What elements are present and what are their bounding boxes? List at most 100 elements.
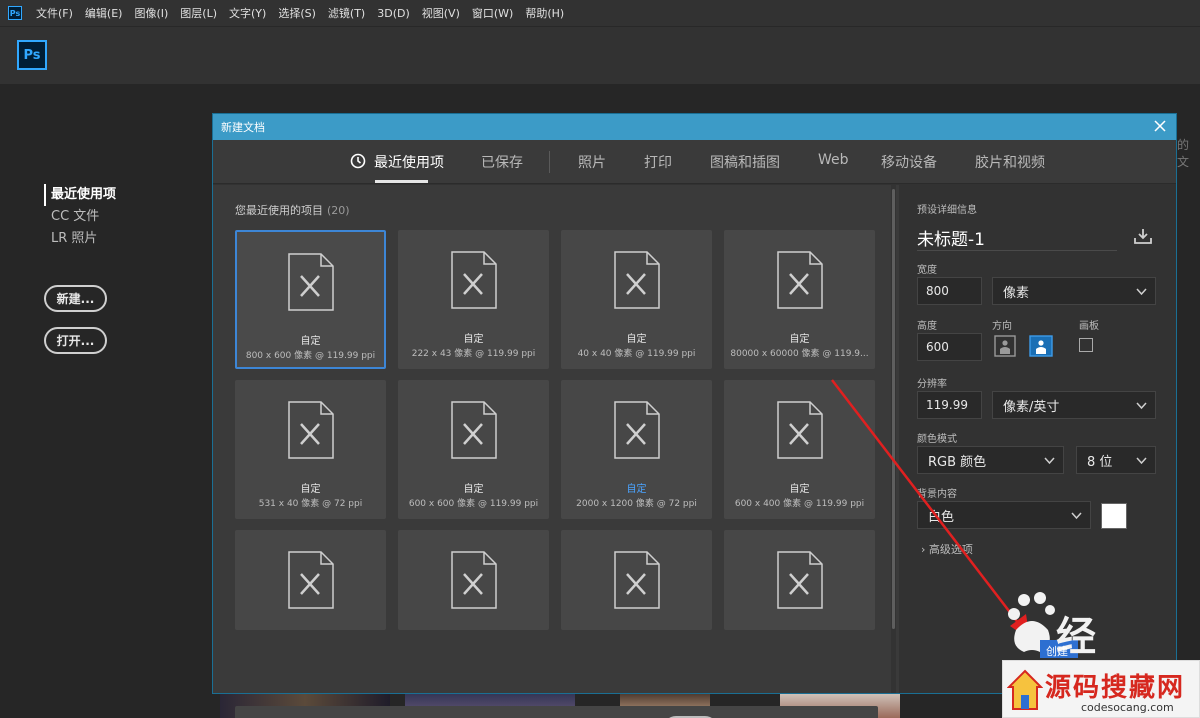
menu-file[interactable]: 文件(F) bbox=[36, 5, 73, 21]
tab-film-video[interactable]: 胶片和视频 bbox=[975, 152, 1045, 172]
photoshop-app-icon: Ps bbox=[8, 6, 22, 20]
chevron-right-icon: › bbox=[921, 543, 926, 556]
resolution-unit-dropdown[interactable]: 像素/英寸 bbox=[992, 391, 1156, 419]
document-icon bbox=[776, 551, 823, 609]
recent-items-count: (20) bbox=[327, 204, 350, 217]
preset-name: 自定 bbox=[463, 484, 484, 495]
preset-card[interactable]: 自定 600 x 400 像素 @ 119.99 ppi bbox=[724, 380, 875, 519]
preset-card[interactable] bbox=[561, 530, 712, 630]
background-contents-dropdown[interactable]: 白色 bbox=[917, 501, 1091, 529]
menu-view[interactable]: 视图(V) bbox=[422, 5, 460, 21]
menu-3d[interactable]: 3D(D) bbox=[377, 7, 410, 20]
advanced-options-label: 高级选项 bbox=[928, 543, 973, 556]
chevron-down-icon bbox=[1071, 512, 1082, 520]
preset-tabs: 最近使用项 已保存 照片 打印 图稿和插图 Web 移动设备 胶片和视频 bbox=[213, 140, 1176, 184]
tab-art-illustration[interactable]: 图稿和插图 bbox=[710, 152, 780, 172]
house-logo-icon bbox=[1007, 669, 1043, 710]
resolution-label: 分辨率 bbox=[917, 379, 947, 390]
tab-saved[interactable]: 已保存 bbox=[481, 152, 523, 172]
height-field[interactable]: 600 bbox=[917, 333, 982, 361]
document-icon bbox=[776, 251, 823, 309]
preset-card[interactable]: 自定 531 x 40 像素 @ 72 ppi bbox=[235, 380, 386, 519]
width-field[interactable]: 800 bbox=[917, 277, 982, 305]
start-nav-lr-photos[interactable]: LR 照片 bbox=[44, 228, 116, 250]
start-nav: 最近使用项 CC 文件 LR 照片 bbox=[44, 184, 116, 250]
preset-size: 600 x 400 像素 @ 119.99 ppi bbox=[734, 499, 865, 509]
preset-card[interactable]: 自定 80000 x 60000 像素 @ 119.9... bbox=[724, 230, 875, 369]
artboard-checkbox[interactable] bbox=[1079, 338, 1093, 352]
tab-recent[interactable]: 最近使用项 bbox=[374, 152, 444, 172]
menu-type[interactable]: 文字(Y) bbox=[229, 5, 266, 21]
preset-card[interactable] bbox=[398, 530, 549, 630]
tab-divider bbox=[549, 151, 550, 173]
tab-mobile[interactable]: 移动设备 bbox=[881, 152, 937, 172]
menu-edit[interactable]: 编辑(E) bbox=[85, 5, 123, 21]
start-nav-recent[interactable]: 最近使用项 bbox=[44, 184, 116, 206]
tab-photo[interactable]: 照片 bbox=[578, 152, 606, 172]
document-icon bbox=[613, 401, 660, 459]
portrait-orientation-icon[interactable] bbox=[994, 335, 1016, 357]
advanced-options-toggle[interactable]: › 高级选项 bbox=[921, 541, 973, 557]
preset-size: 80000 x 60000 像素 @ 119.9... bbox=[730, 349, 869, 359]
document-icon bbox=[450, 551, 497, 609]
resolution-field[interactable]: 119.99 bbox=[917, 391, 982, 419]
preset-card[interactable]: 自定 40 x 40 像素 @ 119.99 ppi bbox=[561, 230, 712, 369]
artboard-label: 画板 bbox=[1079, 321, 1099, 332]
preset-name: 自定 bbox=[300, 484, 321, 495]
menu-layer[interactable]: 图层(L) bbox=[180, 5, 217, 21]
menu-select[interactable]: 选择(S) bbox=[278, 5, 316, 21]
preset-card[interactable]: 自定 800 x 600 像素 @ 119.99 ppi bbox=[235, 230, 386, 369]
preset-name: 自定 bbox=[463, 334, 484, 345]
preset-name: 自定 bbox=[789, 334, 810, 345]
width-unit-dropdown[interactable]: 像素 bbox=[992, 277, 1156, 305]
preset-name: 自定 bbox=[626, 334, 647, 345]
tab-web[interactable]: Web bbox=[818, 152, 849, 168]
preset-name: 自定 bbox=[789, 484, 810, 495]
watermark-site-logo: 源码搜藏网 codesocang.com bbox=[1002, 660, 1200, 718]
tab-print[interactable]: 打印 bbox=[644, 152, 672, 172]
width-unit-value: 像素 bbox=[1003, 285, 1030, 301]
orientation-label: 方向 bbox=[992, 321, 1012, 332]
background-contents-value: 白色 bbox=[928, 509, 955, 525]
document-name[interactable]: 未标题-1 bbox=[917, 225, 985, 250]
landscape-orientation-icon[interactable] bbox=[1029, 335, 1053, 357]
document-icon bbox=[287, 401, 334, 459]
height-label: 高度 bbox=[917, 321, 937, 332]
watermark-badge: 经 创建 bbox=[1000, 590, 1108, 662]
close-icon[interactable] bbox=[1152, 118, 1168, 134]
menu-image[interactable]: 图像(I) bbox=[134, 5, 168, 21]
open-document-button[interactable]: 打开... bbox=[44, 327, 107, 354]
document-icon bbox=[776, 401, 823, 459]
menu-filter[interactable]: 滤镜(T) bbox=[328, 5, 365, 21]
color-mode-value: RGB 颜色 bbox=[928, 454, 987, 470]
menu-window[interactable]: 窗口(W) bbox=[472, 5, 513, 21]
background-color-swatch[interactable] bbox=[1101, 503, 1127, 529]
chevron-down-icon bbox=[1044, 457, 1055, 465]
preset-size: 800 x 600 像素 @ 119.99 ppi bbox=[245, 351, 376, 361]
new-document-button[interactable]: 新建... bbox=[44, 285, 107, 312]
color-mode-dropdown[interactable]: RGB 颜色 bbox=[917, 446, 1064, 474]
preset-card[interactable] bbox=[724, 530, 875, 630]
save-preset-icon[interactable] bbox=[1133, 227, 1153, 245]
watermark-site-name: 源码搜藏网 bbox=[1045, 673, 1186, 703]
preset-size: 531 x 40 像素 @ 72 ppi bbox=[258, 499, 363, 509]
menu-help[interactable]: 帮助(H) bbox=[525, 5, 564, 21]
bit-depth-value: 8 位 bbox=[1087, 454, 1113, 470]
document-icon bbox=[287, 551, 334, 609]
background-contents-label: 背景内容 bbox=[917, 489, 957, 500]
color-mode-label: 颜色模式 bbox=[917, 434, 957, 445]
document-icon bbox=[613, 251, 660, 309]
scrollbar-thumb[interactable] bbox=[892, 189, 895, 629]
preset-card[interactable]: 自定 600 x 600 像素 @ 119.99 ppi bbox=[398, 380, 549, 519]
dialog-title: 新建文档 bbox=[221, 121, 265, 134]
preset-card[interactable] bbox=[235, 530, 386, 630]
dialog-title-bar: 新建文档 bbox=[213, 114, 1176, 140]
preset-size: 40 x 40 像素 @ 119.99 ppi bbox=[577, 349, 696, 359]
preset-card[interactable]: 自定 2000 x 1200 像素 @ 72 ppi bbox=[561, 380, 712, 519]
chevron-down-icon bbox=[1136, 457, 1147, 465]
preset-card[interactable]: 自定 222 x 43 像素 @ 119.99 ppi bbox=[398, 230, 549, 369]
preset-details-label: 预设详细信息 bbox=[917, 205, 977, 216]
chevron-down-icon bbox=[1136, 402, 1147, 410]
bit-depth-dropdown[interactable]: 8 位 bbox=[1076, 446, 1156, 474]
start-nav-cc-files[interactable]: CC 文件 bbox=[44, 206, 116, 228]
